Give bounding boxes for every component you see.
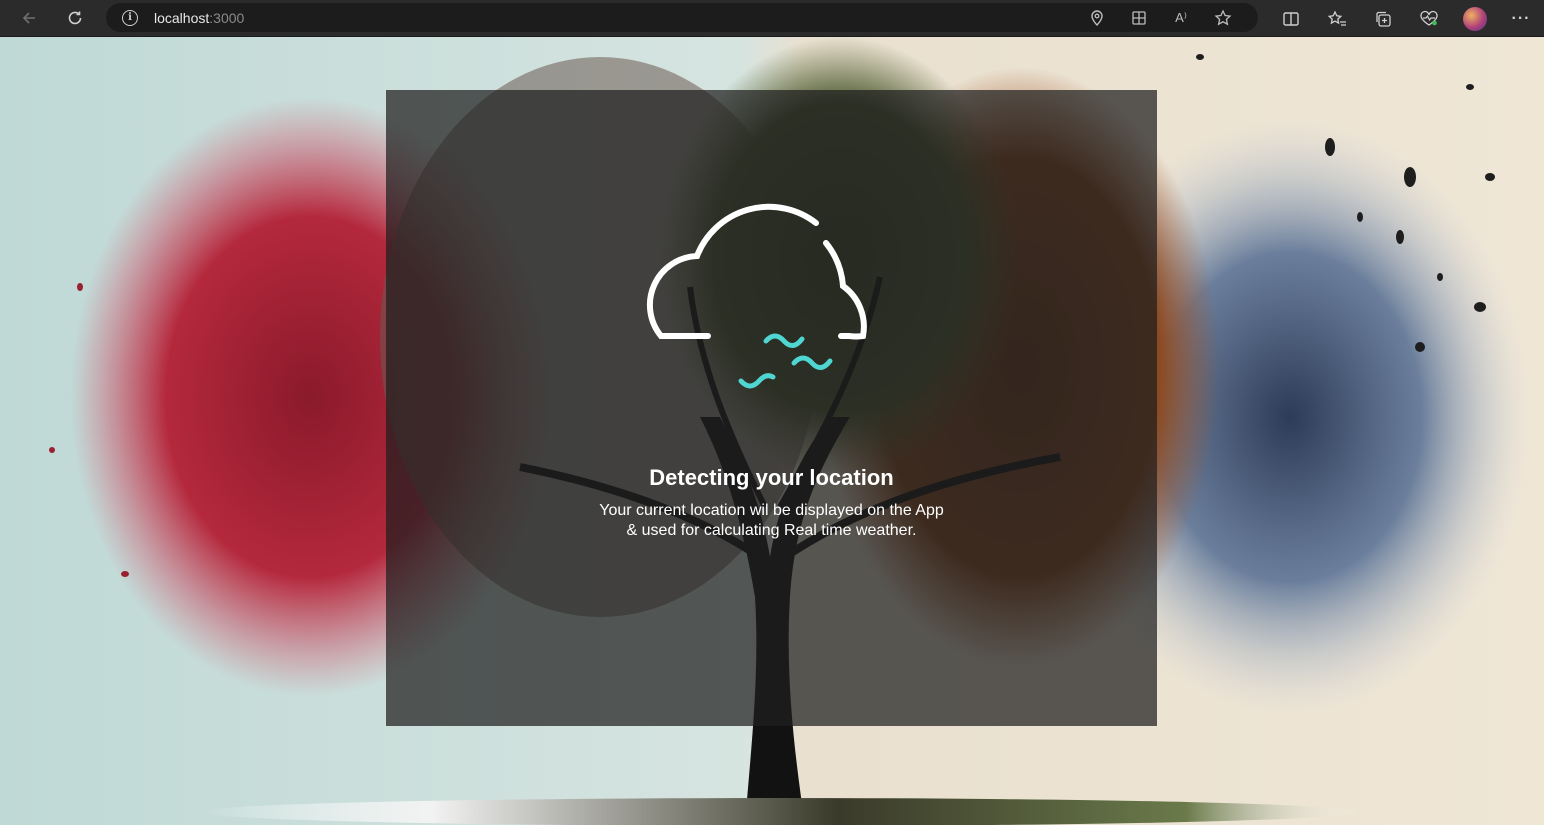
address-bar-icons: A⁾ (1076, 3, 1244, 32)
toolbar-right: ··· (1268, 0, 1544, 37)
description-line-1: Your current location wil be displayed o… (599, 502, 944, 519)
address-bar[interactable]: i localhost:3000 A⁾ (106, 3, 1258, 32)
info-icon[interactable]: i (122, 9, 138, 26)
star-icon[interactable] (1202, 3, 1244, 32)
location-card: Detecting your location Your current loc… (386, 90, 1157, 726)
page-viewport: Detecting your location Your current loc… (0, 37, 1544, 825)
reload-icon[interactable] (60, 3, 90, 33)
browser-toolbar: i localhost:3000 A⁾ ··· (0, 0, 1544, 37)
cloud-icon (611, 178, 931, 418)
profile-button[interactable] (1452, 4, 1498, 34)
favorites-list-icon[interactable] (1314, 4, 1360, 34)
location-pin-icon[interactable] (1076, 3, 1118, 32)
split-screen-icon[interactable] (1268, 4, 1314, 34)
url-port: :3000 (209, 9, 245, 26)
apps-icon[interactable] (1118, 3, 1160, 32)
back-arrow-icon[interactable] (14, 3, 44, 33)
collections-icon[interactable] (1360, 4, 1406, 34)
url-host: localhost (154, 9, 210, 26)
url-text[interactable]: localhost:3000 (154, 10, 244, 26)
wind-accent (738, 333, 833, 389)
more-icon[interactable]: ··· (1498, 4, 1544, 34)
location-description: Your current location wil be displayed o… (386, 501, 1157, 541)
page-title: Detecting your location (649, 465, 894, 490)
read-aloud-icon[interactable]: A⁾ (1160, 3, 1202, 32)
avatar (1463, 6, 1487, 31)
browser-essentials-icon[interactable] (1406, 4, 1452, 34)
description-line-2: & used for calculating Real time weather… (626, 522, 917, 539)
